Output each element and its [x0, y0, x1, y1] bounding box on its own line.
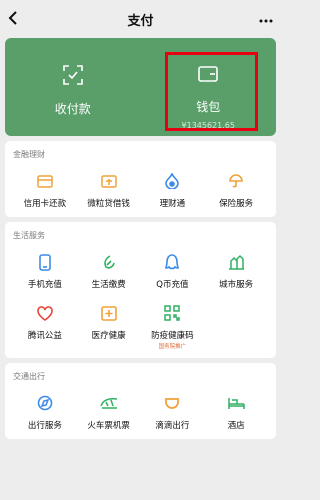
compass-icon	[36, 394, 54, 412]
building-icon	[227, 253, 245, 271]
list-item-label: 微粒贷借钱	[87, 199, 130, 209]
credit-card-repay-button[interactable]: 信用卡还款	[13, 172, 77, 209]
train-flight-ticket-button[interactable]: 火车票机票	[77, 394, 141, 431]
tencent-charity-button[interactable]: 腾讯公益	[13, 304, 77, 350]
didi-icon	[163, 394, 181, 412]
receive-pay-label: 收付款	[54, 102, 91, 116]
water-drop-icon	[163, 172, 181, 190]
credit-card-icon	[36, 172, 54, 190]
list-item-label: 腾讯公益	[27, 331, 62, 341]
umbrella-icon	[227, 172, 245, 190]
list-item-label: 火车票机票	[87, 421, 130, 431]
medical-health-button[interactable]: 医疗健康	[77, 304, 141, 350]
didi-button[interactable]: 滴滴出行	[141, 394, 205, 431]
list-item-label: Q币充值	[156, 280, 189, 290]
top-bar: 支付	[0, 0, 281, 38]
medical-cross-icon	[100, 304, 118, 322]
list-item-label: 酒店	[227, 421, 245, 431]
section-title: 交通出行	[13, 372, 45, 381]
page-title: 支付	[127, 14, 154, 29]
licaitong-button[interactable]: 理财通	[141, 172, 205, 209]
city-service-button[interactable]: 城市服务	[204, 253, 268, 290]
phone-icon	[36, 253, 54, 271]
phone-recharge-button[interactable]: 手机充值	[13, 253, 77, 290]
list-item-label: 出行服务	[27, 421, 62, 431]
scan-check-icon	[62, 64, 84, 90]
bed-icon	[227, 394, 245, 412]
promo-tag: 国务院推广	[158, 344, 187, 350]
list-item-label: 手机充值	[27, 280, 62, 290]
list-item-label: 城市服务	[219, 280, 254, 290]
train-icon	[99, 394, 118, 412]
insurance-button[interactable]: 保险服务	[204, 172, 268, 209]
highlight-box	[165, 52, 258, 131]
heart-icon	[36, 304, 54, 322]
section-title: 生活服务	[13, 231, 45, 240]
utility-bill-button[interactable]: 生活缴费	[77, 253, 141, 290]
section-title: 金融理财	[13, 150, 45, 159]
receive-pay-button[interactable]: 收付款	[5, 38, 141, 136]
leaf-icon	[100, 253, 118, 271]
list-item-label: 信用卡还款	[23, 199, 67, 209]
list-item-label: 防疫健康码	[151, 331, 194, 341]
list-item-label: 理财通	[159, 199, 186, 209]
life-section: 生活服务 手机充值 生活缴费 Q币充值 城市服务 腾讯公益 医疗健康 防疫健康码…	[5, 222, 276, 358]
finance-section: 金融理财 信用卡还款 微粒贷借钱 理财通 保险服务	[5, 141, 276, 217]
list-item-label: 保险服务	[219, 199, 254, 209]
top-card: 收付款 钱包 ¥1345621.65	[5, 38, 276, 136]
list-item-label: 生活缴费	[91, 280, 126, 290]
list-item-label: 滴滴出行	[155, 421, 190, 431]
chevron-left-icon[interactable]	[8, 10, 20, 28]
hotel-button[interactable]: 酒店	[204, 394, 268, 431]
list-item-label: 医疗健康	[91, 331, 126, 341]
health-code-button[interactable]: 防疫健康码 国务院推广	[141, 304, 205, 350]
transport-section: 交通出行 出行服务 火车票机票 滴滴出行 酒店	[5, 363, 276, 439]
penguin-icon	[163, 253, 181, 271]
ellipsis-icon[interactable]	[259, 11, 273, 27]
travel-service-button[interactable]: 出行服务	[13, 394, 77, 431]
qr-code-icon	[163, 304, 181, 322]
loan-box-icon	[100, 172, 118, 190]
loan-button[interactable]: 微粒贷借钱	[77, 172, 141, 209]
qcoin-recharge-button[interactable]: Q币充值	[141, 253, 205, 290]
